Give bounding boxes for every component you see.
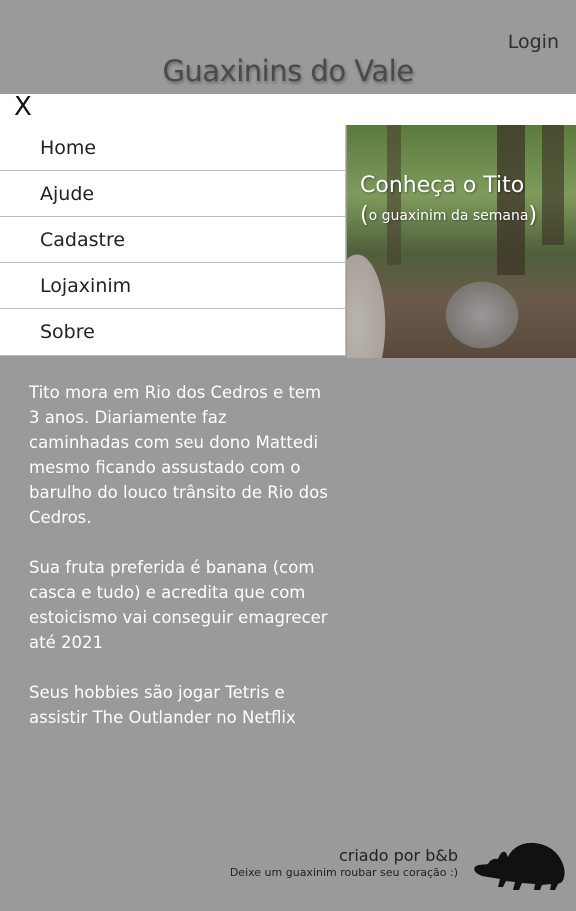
hero-subtitle-open: ( bbox=[360, 203, 369, 228]
content-paragraph: Sua fruta preferida é banana (com casca … bbox=[29, 558, 328, 652]
footer-tagline: Deixe um guaxinim roubar seu coração :) bbox=[229, 866, 458, 879]
hero-image: Conheça o Tito (o guaxinim da semana) bbox=[347, 125, 576, 358]
hero-subtitle-close: ) bbox=[528, 203, 538, 228]
raccoon-silhouette-icon bbox=[474, 842, 565, 890]
main-content: Tito mora em Rio dos Cedros e tem 3 anos… bbox=[29, 380, 329, 755]
content-paragraph: Seus hobbies são jogar Tetris e assistir… bbox=[29, 683, 296, 727]
footer-credit: criado por b&b bbox=[338, 846, 458, 865]
content-paragraph: Tito mora em Rio dos Cedros e tem 3 anos… bbox=[29, 383, 328, 527]
menu-item-lojaxinim[interactable]: Lojaxinim bbox=[0, 263, 346, 309]
menu-item-sobre[interactable]: Sobre bbox=[0, 309, 346, 356]
hero-title: Conheça o Tito bbox=[360, 173, 525, 198]
hero-subtitle-text: o guaxinim da semana bbox=[368, 208, 529, 224]
login-link[interactable]: Login bbox=[508, 31, 559, 53]
hero-subtitle: (o guaxinim da semana) bbox=[360, 203, 537, 228]
menu-item-ajude[interactable]: Ajude bbox=[0, 171, 346, 217]
menu-bar: X bbox=[0, 92, 576, 125]
menu-item-cadastre[interactable]: Cadastre bbox=[0, 217, 346, 263]
side-menu: Home Ajude Cadastre Lojaxinim Sobre bbox=[0, 125, 346, 356]
site-title: Guaxinins do Vale bbox=[162, 54, 414, 88]
menu-item-home[interactable]: Home bbox=[0, 125, 346, 171]
close-icon[interactable]: X bbox=[14, 92, 32, 122]
